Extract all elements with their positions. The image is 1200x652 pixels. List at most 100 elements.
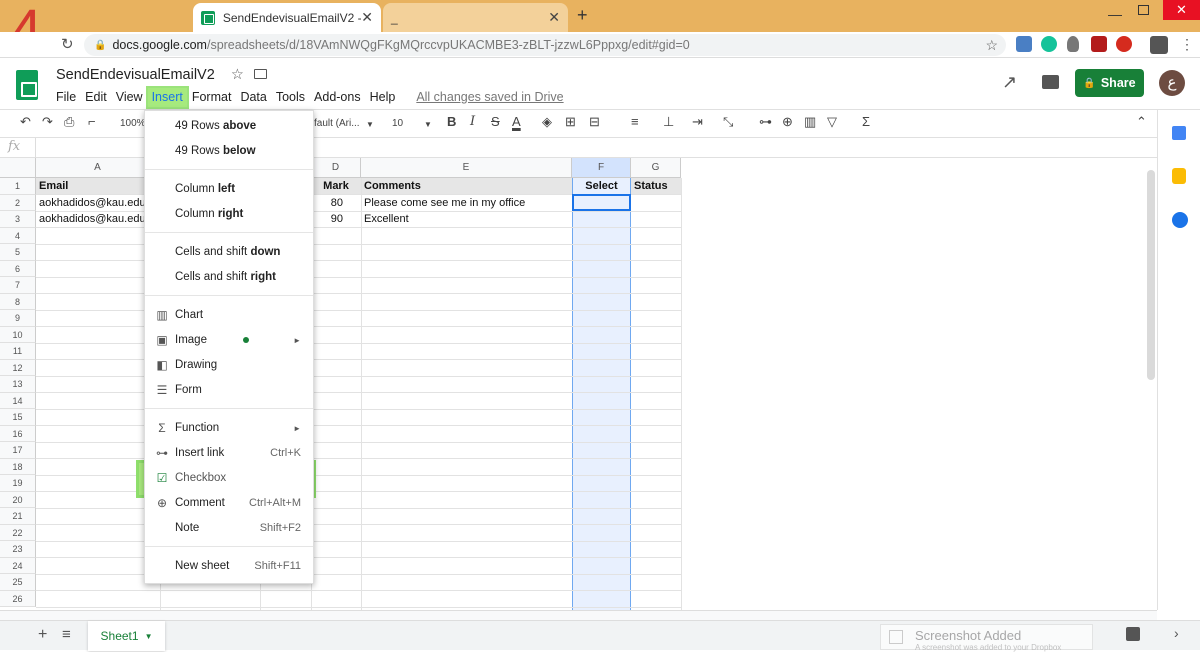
- row-header[interactable]: 7: [0, 277, 36, 294]
- font-size-dropdown-icon[interactable]: ▼: [424, 120, 432, 129]
- saved-status-link[interactable]: All changes saved in Drive: [412, 88, 567, 107]
- row-header[interactable]: 12: [0, 359, 36, 376]
- menu-file[interactable]: File: [52, 88, 80, 107]
- menu-format[interactable]: Format: [188, 88, 236, 107]
- new-tab-button[interactable]: +: [577, 5, 588, 26]
- corner-header[interactable]: [0, 158, 36, 178]
- n-extension-icon[interactable]: [1116, 36, 1132, 52]
- comments-icon[interactable]: [1042, 75, 1059, 89]
- menu-item-form[interactable]: ☰ Form: [145, 378, 313, 402]
- add-sheet-button[interactable]: +: [38, 626, 47, 644]
- zoom-select[interactable]: 100%: [120, 118, 146, 129]
- borders-icon[interactable]: ⊞: [565, 114, 576, 130]
- wrap-icon[interactable]: ⇥: [692, 114, 703, 130]
- menu-view[interactable]: View: [112, 88, 147, 107]
- menu-help[interactable]: Help: [366, 88, 400, 107]
- sheets-logo-icon[interactable]: [16, 70, 38, 100]
- col-header-f[interactable]: F: [572, 158, 631, 178]
- cell-a3[interactable]: aokhadidos@kau.edu.s: [36, 211, 160, 227]
- maximize-icon[interactable]: [1138, 5, 1149, 15]
- merge-cells-icon[interactable]: ⊟: [589, 114, 600, 130]
- menu-data[interactable]: Data: [236, 88, 270, 107]
- text-color-icon[interactable]: A: [512, 114, 521, 129]
- valign-icon[interactable]: ⊥: [663, 114, 674, 130]
- font-dropdown-icon[interactable]: ▼: [366, 120, 374, 129]
- row-header[interactable]: 24: [0, 557, 36, 574]
- menu-tools[interactable]: Tools: [272, 88, 309, 107]
- redo-icon[interactable]: ↷: [42, 114, 53, 130]
- browser-menu-icon[interactable]: ⋮: [1180, 36, 1194, 53]
- fill-color-icon[interactable]: ◈: [542, 114, 552, 130]
- reload-icon[interactable]: ↻: [61, 35, 74, 53]
- row-header[interactable]: 23: [0, 541, 36, 558]
- italic-icon[interactable]: I: [470, 114, 475, 129]
- link-icon[interactable]: ⊶: [759, 114, 772, 130]
- menu-item-column-left[interactable]: Column left: [145, 177, 313, 201]
- menu-item-insert-link[interactable]: ⊶ Insert link Ctrl+K: [145, 441, 313, 465]
- menu-item-column-right[interactable]: Column right: [145, 202, 313, 226]
- star-icon[interactable]: ☆: [231, 67, 244, 83]
- menu-edit[interactable]: Edit: [81, 88, 111, 107]
- vertical-scrollbar[interactable]: [1147, 170, 1155, 380]
- all-sheets-button[interactable]: ≡: [62, 626, 71, 643]
- menu-item-cells-down[interactable]: Cells and shift down: [145, 240, 313, 264]
- menu-item-rows-below[interactable]: 49 Rows below: [145, 139, 313, 163]
- paint-format-icon[interactable]: ⌐: [88, 114, 96, 129]
- menu-item-image[interactable]: ▣ Image ►: [145, 328, 313, 352]
- comment-add-icon[interactable]: ⊕: [782, 114, 793, 130]
- row-header[interactable]: 2: [0, 194, 36, 211]
- row-header[interactable]: 17: [0, 442, 36, 459]
- row-header[interactable]: 9: [0, 310, 36, 327]
- cell-a1[interactable]: Email: [36, 178, 160, 194]
- cell-e3[interactable]: Excellent: [361, 211, 572, 227]
- undo-icon[interactable]: ↶: [20, 114, 31, 130]
- rotate-icon[interactable]: ⤡: [723, 114, 733, 130]
- col-header-d[interactable]: D: [311, 158, 361, 178]
- bulb-extension-icon[interactable]: [1067, 36, 1079, 52]
- cell-d1[interactable]: Mark: [311, 178, 361, 194]
- active-cell-f2[interactable]: [572, 194, 631, 211]
- row-header[interactable]: 22: [0, 524, 36, 541]
- row-header[interactable]: 6: [0, 260, 36, 277]
- url-input[interactable]: 🔒 docs.google.com /spreadsheets/d/18VAmN…: [84, 34, 1006, 56]
- row-header[interactable]: 5: [0, 244, 36, 261]
- row-header[interactable]: 11: [0, 343, 36, 360]
- col-header-g[interactable]: G: [631, 158, 681, 178]
- row-header[interactable]: 19: [0, 475, 36, 492]
- row-header[interactable]: 21: [0, 508, 36, 525]
- menu-item-checkbox[interactable]: ☑ Checkbox: [145, 466, 313, 490]
- menu-item-function[interactable]: Σ Function ►: [145, 416, 313, 440]
- browser-tab-2[interactable]: _ ✕: [383, 3, 568, 32]
- row-header[interactable]: 15: [0, 409, 36, 426]
- col-header-a[interactable]: A: [36, 158, 160, 178]
- row-header[interactable]: 25: [0, 574, 36, 591]
- font-size-select[interactable]: 10: [392, 118, 403, 129]
- bold-icon[interactable]: B: [447, 114, 456, 129]
- chart-icon[interactable]: ▥: [804, 114, 816, 130]
- print-icon[interactable]: ⎙: [64, 114, 74, 130]
- menu-item-cells-right[interactable]: Cells and shift right: [145, 265, 313, 289]
- row-header[interactable]: 10: [0, 326, 36, 343]
- tab-close-icon[interactable]: ✕: [361, 9, 373, 26]
- cell-a2[interactable]: aokhadidos@kau.edu.s: [36, 195, 160, 211]
- menu-item-rows-above[interactable]: 49 Rows above: [145, 114, 313, 138]
- grammarly-extension-icon[interactable]: [1041, 36, 1057, 52]
- chevron-down-icon[interactable]: ▼: [145, 632, 153, 641]
- activity-trend-icon[interactable]: ↗: [1002, 72, 1017, 93]
- account-avatar[interactable]: ع: [1159, 70, 1185, 96]
- browser-tab-active[interactable]: SendEndevisualEmailV2 - Google ✕: [193, 3, 381, 32]
- minimize-icon[interactable]: —: [1108, 6, 1122, 22]
- row-header[interactable]: 13: [0, 376, 36, 393]
- chevron-right-icon[interactable]: ›: [1174, 625, 1179, 641]
- row-header[interactable]: 14: [0, 392, 36, 409]
- close-window-icon[interactable]: ✕: [1163, 0, 1200, 20]
- cell-g1[interactable]: Status: [631, 178, 681, 194]
- cell-d2[interactable]: 80: [311, 195, 361, 211]
- cell-e1[interactable]: Comments: [361, 178, 572, 194]
- row-header[interactable]: 16: [0, 425, 36, 442]
- explore-icon[interactable]: [1126, 627, 1140, 641]
- tasks-icon[interactable]: [1172, 212, 1188, 228]
- menu-item-drawing[interactable]: ◧ Drawing: [145, 353, 313, 377]
- dropbox-notification[interactable]: Screenshot Added A screenshot was added …: [880, 624, 1093, 652]
- cell-d3[interactable]: 90: [311, 211, 361, 227]
